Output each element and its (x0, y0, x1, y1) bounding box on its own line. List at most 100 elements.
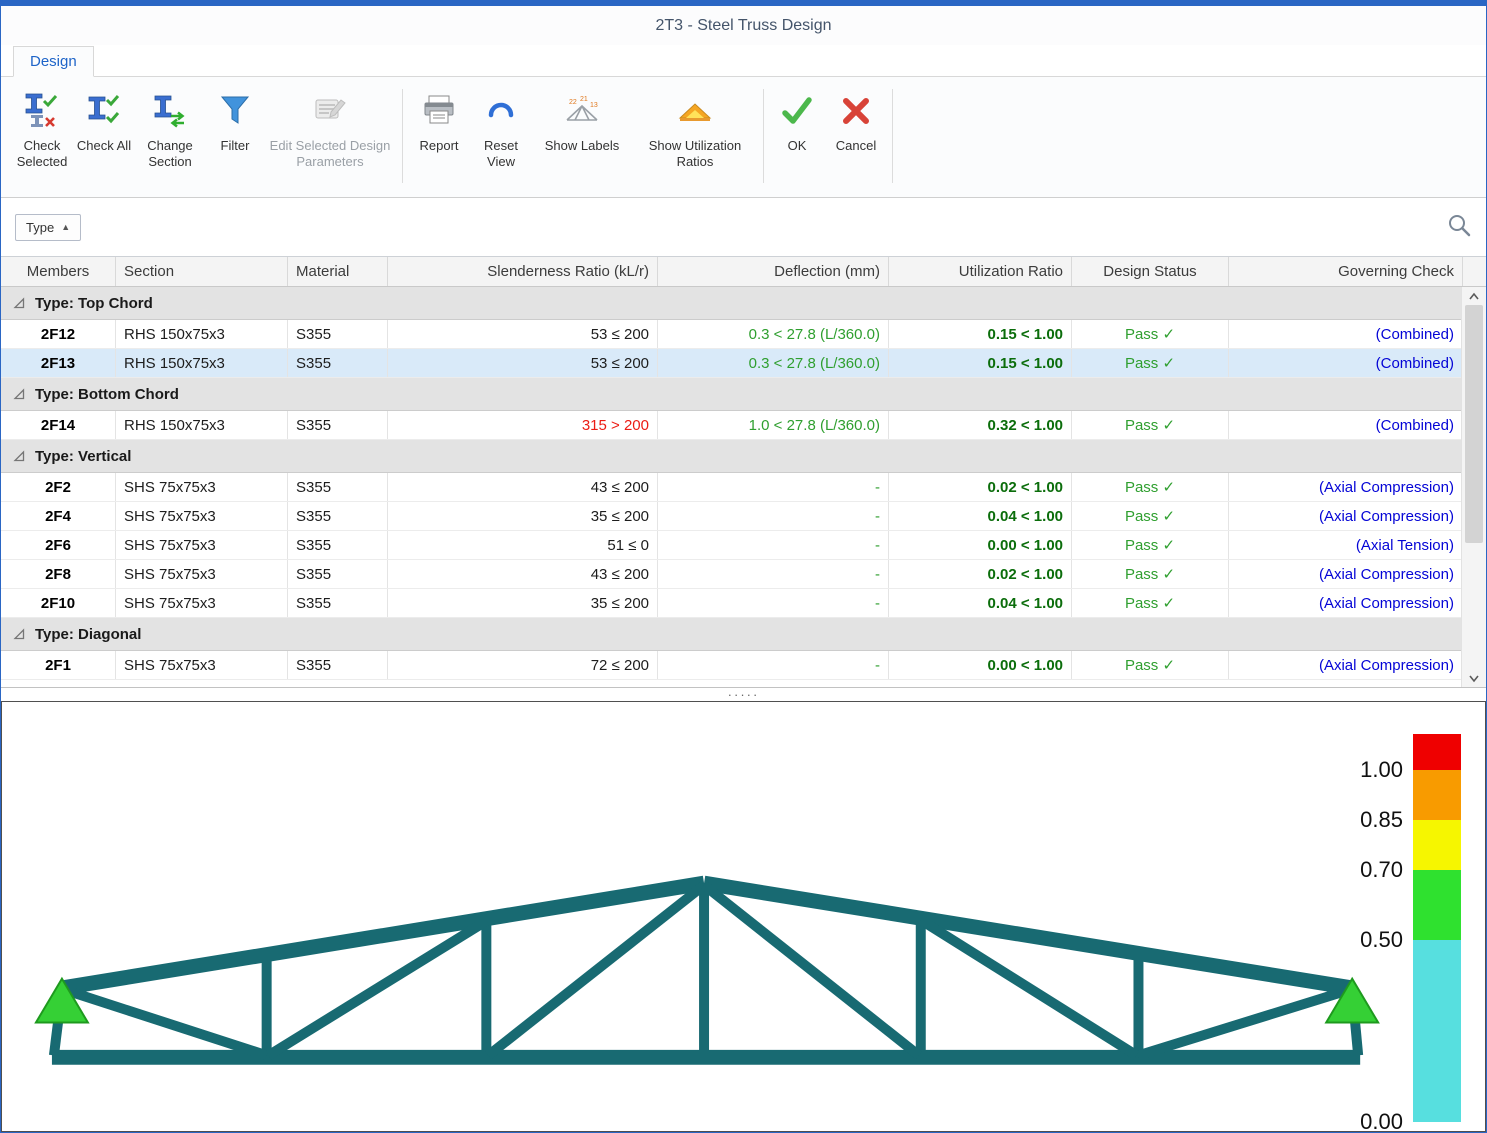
cell-deflection: - (658, 502, 889, 530)
legend-segment (1413, 870, 1461, 940)
scroll-track[interactable] (1462, 305, 1486, 669)
button-label: Reset View (470, 138, 532, 170)
column-header-status[interactable]: Design Status (1072, 257, 1229, 286)
cell-utilization: 0.04 < 1.00 (889, 589, 1072, 617)
utilization-legend-labels: 1.000.850.700.500.00 (1333, 702, 1403, 1131)
truss-members (52, 883, 1360, 1057)
group-row[interactable]: Type: Diagonal (1, 618, 1463, 651)
pane-splitter[interactable]: ····· (1, 687, 1486, 701)
group-label: Type: Vertical (35, 448, 131, 465)
diagonal-member (1138, 990, 1350, 1056)
table-row-2F13[interactable]: 2F13RHS 150x75x3S35553 ≤ 2000.3 < 27.8 (… (1, 349, 1463, 378)
column-header-section[interactable]: Section (116, 257, 288, 286)
column-header-utilization[interactable]: Utilization Ratio (889, 257, 1072, 286)
search-icon[interactable] (1446, 212, 1472, 243)
table-row-2F2[interactable]: 2F2SHS 75x75x3S35543 ≤ 200-0.02 < 1.00Pa… (1, 473, 1463, 502)
group-row[interactable]: Type: Vertical (1, 440, 1463, 473)
cell-status: Pass ✓ (1072, 473, 1229, 501)
table-row-2F12[interactable]: 2F12RHS 150x75x3S35553 ≤ 2000.3 < 27.8 (… (1, 320, 1463, 349)
column-header-slenderness[interactable]: Slenderness Ratio (kL/r) (388, 257, 658, 286)
button-label: Check Selected (9, 138, 75, 170)
cell-material: S355 (288, 502, 388, 530)
group-row[interactable]: Type: Top Chord (1, 287, 1463, 320)
ok-button[interactable]: OK (769, 83, 825, 189)
group-by-type-button[interactable]: Type ▲ (15, 214, 81, 241)
legend-label: 0.70 (1360, 857, 1403, 883)
cell-slenderness: 35 ≤ 200 (388, 589, 658, 617)
group-label: Type: Top Chord (35, 295, 153, 312)
cell-utilization: 0.15 < 1.00 (889, 349, 1072, 377)
cell-governing: (Combined) (1229, 320, 1463, 348)
table-row-2F8[interactable]: 2F8SHS 75x75x3S35543 ≤ 200-0.02 < 1.00Pa… (1, 560, 1463, 589)
cell-section: RHS 150x75x3 (116, 320, 288, 348)
change-section-icon (151, 91, 189, 131)
check-all-button[interactable]: Check All (75, 83, 133, 189)
legend-label: 0.50 (1360, 927, 1403, 953)
change-section-button[interactable]: Change Section (133, 83, 207, 189)
table-row-2F4[interactable]: 2F4SHS 75x75x3S35535 ≤ 200-0.04 < 1.00Pa… (1, 502, 1463, 531)
cell-section: SHS 75x75x3 (116, 473, 288, 501)
cell-member: 2F6 (1, 531, 116, 559)
edit-design-parameters-icon (311, 91, 349, 131)
cell-status: Pass ✓ (1072, 531, 1229, 559)
filter-button[interactable]: Filter (207, 83, 263, 189)
cancel-button[interactable]: Cancel (825, 83, 887, 189)
cell-member: 2F10 (1, 589, 116, 617)
report-button[interactable]: Report (408, 83, 470, 189)
cell-material: S355 (288, 531, 388, 559)
show-utilization-ratios-button[interactable]: Show Utilization Ratios (632, 83, 758, 189)
filter-icon (216, 91, 254, 131)
legend-segment (1413, 770, 1461, 820)
cell-slenderness: 53 ≤ 200 (388, 349, 658, 377)
check-selected-button[interactable]: Check Selected (9, 83, 75, 189)
table-row-2F6[interactable]: 2F6SHS 75x75x3S35551 ≤ 0-0.00 < 1.00Pass… (1, 531, 1463, 560)
cell-member: 2F13 (1, 349, 116, 377)
scroll-down-button[interactable] (1462, 669, 1486, 687)
button-label: Report (419, 138, 458, 154)
column-header-member[interactable]: Members (1, 257, 116, 286)
group-label: Type: Diagonal (35, 626, 141, 643)
cell-utilization: 0.02 < 1.00 (889, 560, 1072, 588)
cell-governing: (Axial Compression) (1229, 651, 1463, 679)
cell-material: S355 (288, 473, 388, 501)
window-title: 2T3 - Steel Truss Design (655, 17, 831, 35)
column-header-filler (1463, 257, 1486, 286)
truss-viewport[interactable]: 1.000.850.700.500.00 (1, 701, 1486, 1132)
toolbar-separator (892, 89, 893, 183)
cell-utilization: 0.15 < 1.00 (889, 320, 1072, 348)
cell-governing: (Axial Compression) (1229, 589, 1463, 617)
column-header-material[interactable]: Material (288, 257, 388, 286)
cell-material: S355 (288, 320, 388, 348)
cell-utilization: 0.32 < 1.00 (889, 411, 1072, 439)
scroll-up-button[interactable] (1462, 287, 1486, 305)
table-row-2F14[interactable]: 2F14RHS 150x75x3S355315 > 2001.0 < 27.8 … (1, 411, 1463, 440)
cell-member: 2F8 (1, 560, 116, 588)
top-chord-left-member (64, 883, 704, 988)
cell-status: Pass ✓ (1072, 411, 1229, 439)
button-label: Show Utilization Ratios (632, 138, 758, 170)
column-header-governing[interactable]: Governing Check (1229, 257, 1463, 286)
column-header-deflection[interactable]: Deflection (mm) (658, 257, 889, 286)
vertical-scrollbar[interactable] (1461, 287, 1486, 687)
reset-view-button[interactable]: Reset View (470, 83, 532, 189)
scroll-thumb[interactable] (1465, 305, 1483, 543)
collapse-icon (13, 297, 25, 309)
ribbon-tab-row: Design (1, 45, 1486, 77)
cancel-x-icon (837, 91, 875, 131)
diagonal-member (64, 990, 267, 1056)
group-by-type-label: Type (26, 220, 54, 235)
svg-text:21: 21 (580, 96, 588, 103)
tab-design[interactable]: Design (13, 46, 94, 77)
splitter-grip-dots: ····· (728, 690, 760, 700)
cell-slenderness: 43 ≤ 200 (388, 473, 658, 501)
reset-view-icon (482, 91, 520, 131)
collapse-icon (13, 388, 25, 400)
cell-deflection: 1.0 < 27.8 (L/360.0) (658, 411, 889, 439)
legend-segment (1413, 820, 1461, 870)
table-row-2F10[interactable]: 2F10SHS 75x75x3S35535 ≤ 200-0.04 < 1.00P… (1, 589, 1463, 618)
button-label: OK (788, 138, 807, 154)
collapse-icon (13, 450, 25, 462)
group-row[interactable]: Type: Bottom Chord (1, 378, 1463, 411)
table-row-2F1[interactable]: 2F1SHS 75x75x3S35572 ≤ 200-0.00 < 1.00Pa… (1, 651, 1463, 680)
show-labels-button[interactable]: 22 21 13 Show Labels (532, 83, 632, 189)
